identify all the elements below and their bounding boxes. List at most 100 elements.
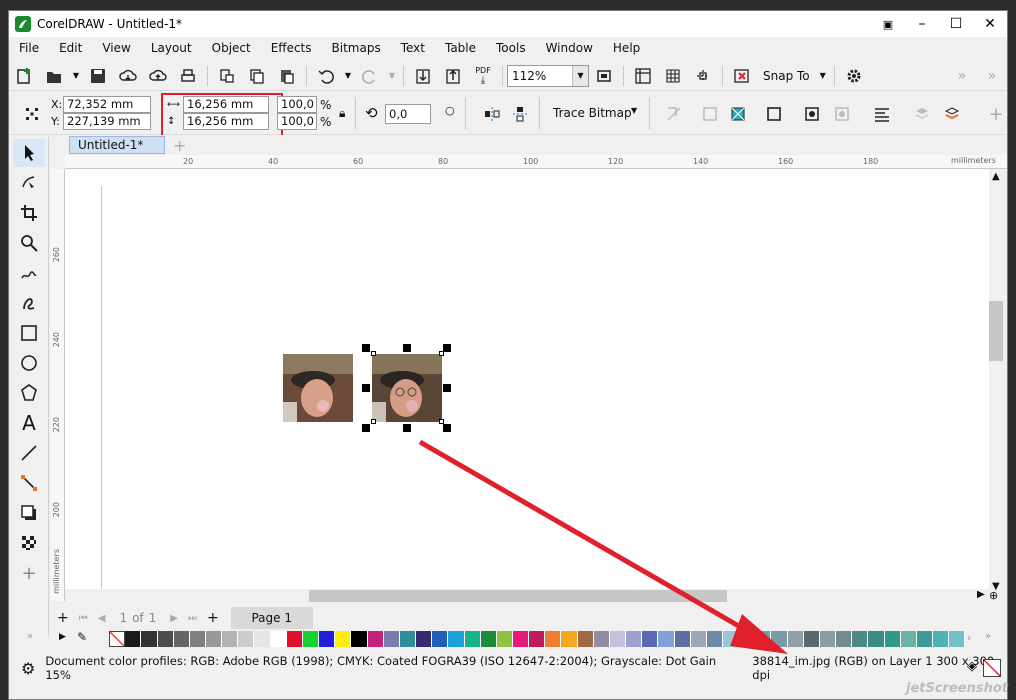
- selection-handle[interactable]: [443, 424, 451, 432]
- color-swatch[interactable]: [367, 631, 384, 647]
- redo-dropdown-icon[interactable]: ▼: [387, 63, 397, 89]
- parallel-dimension-icon[interactable]: [13, 439, 45, 467]
- color-swatch[interactable]: [787, 631, 804, 647]
- color-swatch[interactable]: [706, 631, 724, 647]
- color-swatch[interactable]: [836, 631, 853, 647]
- eyedropper-icon[interactable]: ✎: [77, 630, 87, 644]
- menu-help[interactable]: Help: [603, 41, 650, 55]
- color-swatch[interactable]: [561, 631, 578, 647]
- color-swatch[interactable]: [803, 631, 820, 647]
- color-swatch[interactable]: [642, 631, 659, 647]
- fill-indicator-icon[interactable]: ◈: [967, 659, 977, 674]
- add-page-before-icon[interactable]: +: [57, 610, 69, 626]
- color-swatch[interactable]: [593, 631, 610, 647]
- color-swatch[interactable]: [383, 631, 400, 647]
- x-position-field[interactable]: 72,352 mm: [63, 96, 151, 113]
- palette-scroll-right-icon[interactable]: ›: [967, 631, 971, 644]
- selection-handle[interactable]: [403, 424, 411, 432]
- object-width-field[interactable]: 16,256 mm: [183, 96, 269, 113]
- prev-page-icon[interactable]: ◀: [98, 613, 106, 624]
- bitmap-color-mask-icon[interactable]: [725, 101, 751, 127]
- scroll-up-icon[interactable]: ▲: [992, 171, 1000, 182]
- transparency-tool-icon[interactable]: [13, 529, 45, 557]
- scale-width-field[interactable]: 100,0: [277, 96, 317, 113]
- color-swatch[interactable]: [755, 631, 772, 647]
- menu-table[interactable]: Table: [435, 41, 486, 55]
- color-swatch[interactable]: [739, 631, 756, 647]
- system-icon[interactable]: ▣: [871, 11, 905, 37]
- snap-chevron-down-icon[interactable]: ▼: [818, 63, 828, 89]
- color-swatch[interactable]: [141, 631, 158, 647]
- drop-shadow-icon[interactable]: [13, 499, 45, 527]
- overflow-chevron-icon[interactable]: »: [949, 63, 975, 89]
- new-document-icon[interactable]: [11, 63, 37, 89]
- text-wrap-icon[interactable]: [869, 101, 895, 127]
- color-swatch[interactable]: [254, 631, 271, 647]
- rulers-icon[interactable]: [630, 63, 656, 89]
- selection-handle[interactable]: [362, 344, 370, 352]
- trace-bitmap-button[interactable]: Trace Bitmap: [553, 106, 632, 120]
- color-swatch[interactable]: [933, 631, 950, 647]
- color-swatch[interactable]: [302, 631, 320, 647]
- vertical-ruler[interactable]: 260 240 220 200 millimeters: [51, 169, 65, 601]
- color-swatch[interactable]: [480, 631, 497, 647]
- color-swatch[interactable]: [868, 631, 885, 647]
- cloud-download-icon[interactable]: [115, 63, 141, 89]
- resample-icon[interactable]: [799, 101, 825, 127]
- add-page-after-icon[interactable]: +: [207, 610, 219, 626]
- color-swatch[interactable]: [109, 631, 126, 647]
- guidelines-icon[interactable]: [690, 63, 716, 89]
- color-swatch[interactable]: [464, 631, 481, 647]
- paste-icon[interactable]: [274, 63, 300, 89]
- text-tool-icon[interactable]: A: [13, 409, 45, 437]
- selection-handle[interactable]: [403, 344, 411, 352]
- undo-icon[interactable]: [313, 63, 339, 89]
- color-swatch[interactable]: [125, 631, 142, 647]
- palette-expand-icon[interactable]: »: [27, 631, 33, 642]
- color-swatch[interactable]: [690, 631, 707, 647]
- minimize-icon[interactable]: –: [905, 11, 939, 37]
- color-swatch[interactable]: [884, 631, 901, 647]
- object-height-field[interactable]: 16,256 mm: [183, 113, 269, 130]
- color-swatch[interactable]: [626, 631, 643, 647]
- next-page-icon[interactable]: ▶: [170, 613, 178, 624]
- color-swatch[interactable]: [771, 631, 788, 647]
- copy-icon[interactable]: [244, 63, 270, 89]
- zoom-level-dropdown[interactable]: 112% ▼: [507, 64, 589, 87]
- first-page-icon[interactable]: ⏮: [79, 613, 88, 624]
- no-fill-swatch-icon[interactable]: [983, 659, 1001, 677]
- color-swatch[interactable]: [529, 631, 546, 647]
- connector-tool-icon[interactable]: [13, 469, 45, 497]
- chevron-down-icon[interactable]: ▼: [572, 65, 588, 86]
- menu-bitmaps[interactable]: Bitmaps: [322, 41, 391, 55]
- color-profiles-text[interactable]: Document color profiles: RGB: Adobe RGB …: [45, 654, 722, 682]
- save-icon[interactable]: [85, 63, 111, 89]
- tab-untitled-1[interactable]: Untitled-1*: [69, 136, 165, 154]
- add-tool-plus-icon[interactable]: +: [13, 559, 45, 587]
- menu-tools[interactable]: Tools: [486, 41, 536, 55]
- ellipse-tool-icon[interactable]: [13, 349, 45, 377]
- artistic-media-icon[interactable]: [13, 289, 45, 317]
- scale-height-field[interactable]: 100,0: [277, 113, 317, 130]
- selection-handle[interactable]: [362, 384, 370, 392]
- color-swatch[interactable]: [609, 631, 627, 647]
- current-page-number[interactable]: 1: [119, 611, 127, 625]
- color-swatch[interactable]: [416, 631, 433, 647]
- drawing-canvas[interactable]: [65, 169, 989, 589]
- color-swatch[interactable]: [286, 631, 303, 647]
- overflow-chevron-2-icon[interactable]: »: [979, 63, 1005, 89]
- color-swatch[interactable]: [432, 631, 449, 647]
- close-icon[interactable]: ✕: [973, 11, 1007, 37]
- bitmap-image-original[interactable]: [283, 354, 353, 422]
- color-swatch[interactable]: [916, 631, 934, 647]
- color-swatch[interactable]: [819, 631, 837, 647]
- selection-handle[interactable]: [362, 424, 370, 432]
- zoom-tool-icon[interactable]: [13, 229, 45, 257]
- color-swatch[interactable]: [206, 631, 223, 647]
- color-swatch[interactable]: [319, 631, 336, 647]
- menu-view[interactable]: View: [92, 41, 140, 55]
- print-icon[interactable]: [175, 63, 201, 89]
- menu-text[interactable]: Text: [391, 41, 435, 55]
- import-icon[interactable]: [410, 63, 436, 89]
- vertical-scrollbar[interactable]: ▲ ▼: [989, 169, 1007, 601]
